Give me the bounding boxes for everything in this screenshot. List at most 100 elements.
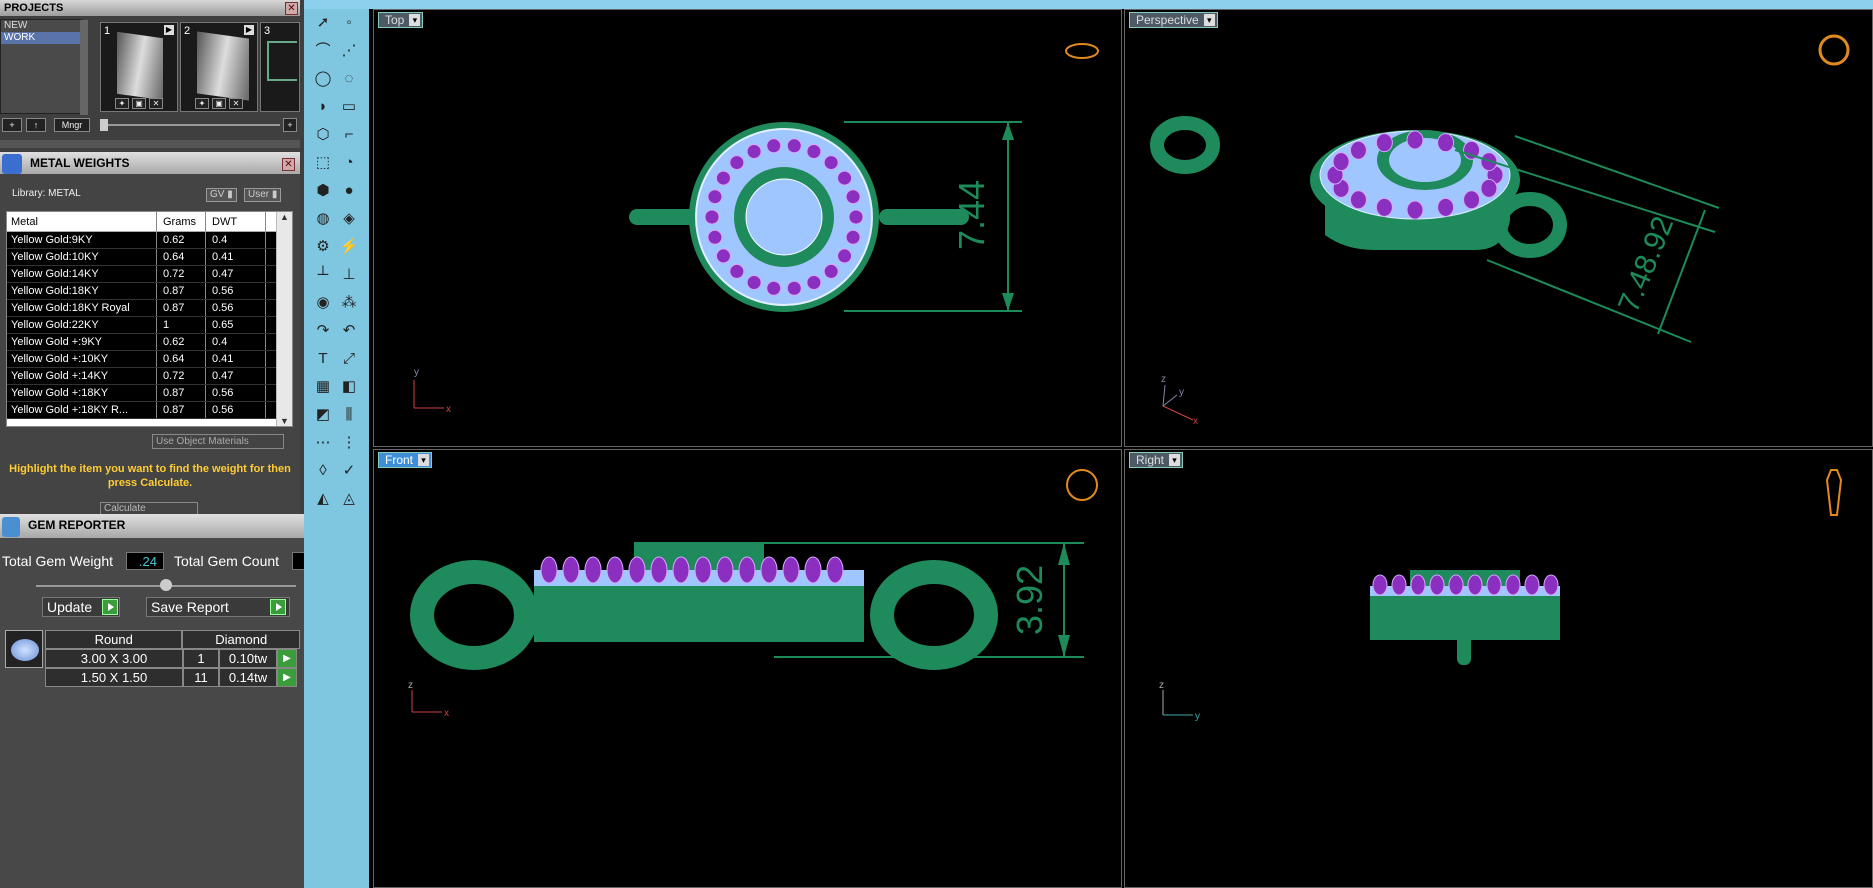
rectangle-icon[interactable]: ▭ [338,96,360,118]
save-report-button[interactable]: Save Report [146,597,290,617]
table-row[interactable]: Yellow Gold +:9KY 0.62 0.4 [7,334,292,351]
play-icon[interactable]: ▶ [244,25,254,35]
sphere-icon[interactable]: ● [338,180,360,202]
pin-icon[interactable]: ✦ [195,98,209,109]
transform-icon[interactable]: ⬚ [312,152,334,174]
gem-size-cell: 1.50 X 1.50 [45,668,183,687]
table-row[interactable]: Yellow Gold:14KY 0.72 0.47 [7,266,292,283]
fillet-icon[interactable]: ⌐ [338,124,360,146]
setting-icon[interactable]: ⋮ [338,432,360,454]
prong-icon[interactable]: ◩ [312,404,334,426]
viewport-top[interactable]: Top 7.44 y x [373,9,1122,447]
grid-icon[interactable]: ▦ [312,376,334,398]
table-row[interactable]: Yellow Gold:18KY 0.87 0.56 [7,283,292,300]
surface-icon[interactable]: ◍ [312,208,334,230]
ring-perspective-icon[interactable] [1818,34,1850,66]
play-icon[interactable]: ▶ [164,25,174,35]
gv-toggle[interactable]: GV ▮ [206,188,237,202]
user-toggle[interactable]: User ▮ [244,188,282,202]
update-go-icon[interactable] [102,599,118,615]
rotate-icon[interactable]: ↷ [312,320,334,342]
text-icon[interactable]: T [312,348,334,370]
cutter-icon[interactable]: ◊ [312,460,334,482]
table-row[interactable]: Yellow Gold:9KY 0.62 0.4 [7,232,292,249]
check-icon[interactable]: ✓ [338,460,360,482]
cylinder-icon[interactable]: ◔ [338,152,360,174]
viewport-right[interactable]: Right z y [1124,449,1873,888]
table-row[interactable]: Yellow Gold +:14KY 0.72 0.47 [7,368,292,385]
ring-view-icon[interactable] [1065,43,1099,59]
plane-icon[interactable]: ◈ [338,208,360,230]
delete-icon[interactable]: ✕ [149,98,163,109]
project-item-work[interactable]: WORK [1,32,81,44]
point-icon[interactable]: ◦ [338,12,360,34]
boolean-icon[interactable]: ◉ [312,292,334,314]
table-scrollbar[interactable]: ▲ ▼ [276,212,292,426]
bezel-icon[interactable]: ⫼ [338,404,360,426]
polyline-icon[interactable]: ⋰ [338,40,360,62]
column-header-dwt[interactable]: DWT [206,212,266,231]
save-icon[interactable]: ▣ [212,98,226,109]
polygon-icon[interactable]: ⬡ [312,124,334,146]
pave-icon[interactable]: ⋯ [312,432,334,454]
delete-icon[interactable]: ✕ [229,98,243,109]
save-report-go-icon[interactable] [270,599,286,615]
save-icon[interactable]: ▣ [132,98,146,109]
manager-button[interactable]: Mngr [54,118,90,132]
project-item-new[interactable]: NEW [1,20,81,32]
arc-icon[interactable]: ◗ [312,96,334,118]
pin-icon[interactable]: ✦ [115,98,129,109]
panel-splitter[interactable] [0,140,300,148]
viewport-perspective[interactable]: Perspective 7.48.92 z y x [1124,9,1873,447]
gem-stone [562,556,580,584]
gem-tool-icon[interactable]: ◧ [338,376,360,398]
gear-icon[interactable]: ⚙ [312,236,334,258]
project-thumb-2[interactable]: 2 ▶ ✦ ▣ ✕ [180,22,258,112]
fill-icon[interactable]: ◬ [338,488,360,510]
split-icon[interactable]: ┴ [312,264,334,286]
table-row[interactable]: Yellow Gold +:18KY 0.87 0.56 [7,385,292,402]
circle-icon[interactable]: ◯ [312,68,334,90]
grams-cell: 0.64 [157,249,206,265]
select-arrow-icon[interactable]: ➚ [312,12,334,34]
ring-side-icon[interactable] [1825,469,1843,516]
project-scrollbar[interactable] [80,20,88,115]
zoom-in-button[interactable]: + [283,118,297,132]
gem-row-go-icon[interactable]: ▶ [277,649,297,668]
project-thumb-3[interactable]: 3 [260,22,300,112]
column-header-grams[interactable]: Grams [157,212,206,231]
gem-row-go-icon[interactable]: ▶ [277,668,297,687]
table-row[interactable]: Yellow Gold:22KY 1 0.65 [7,317,292,334]
table-row[interactable]: Yellow Gold:10KY 0.64 0.41 [7,249,292,266]
up-button[interactable]: ↑ [26,118,46,132]
project-list[interactable]: NEW WORK [0,19,82,114]
metal-table[interactable]: Metal Grams DWT Yellow Gold:9KY 0.62 0.4 Ye… [6,211,293,427]
gem-row[interactable]: 3.00 X 3.00 1 0.10tw ▶ [45,649,300,668]
zoom-slider[interactable] [100,124,280,126]
project-thumb-1[interactable]: 1 ▶ ✦ ▣ ✕ [100,22,178,112]
splitter-handle[interactable] [160,579,172,591]
use-object-materials-checkbox[interactable]: Use Object Materials [152,434,284,449]
gem-row[interactable]: 1.50 X 1.50 11 0.14tw ▶ [45,668,300,687]
ring-front-icon[interactable] [1066,469,1098,501]
add-project-button[interactable]: + [2,118,22,132]
chevron-up-icon[interactable]: ▲ [277,212,292,222]
cut-icon[interactable]: ◭ [312,488,334,510]
table-row[interactable]: Yellow Gold +:18KY R... 0.87 0.56 [7,402,292,419]
close-icon[interactable]: ✕ [282,158,295,171]
join-icon[interactable]: ⊥ [338,264,360,286]
column-header-metal[interactable]: Metal [7,212,157,231]
ellipse-icon[interactable]: ◌ [338,68,360,90]
zoom-slider-handle[interactable] [100,119,108,131]
table-row[interactable]: Yellow Gold:18KY Royal 0.87 0.56 [7,300,292,317]
blend-icon[interactable]: ⚡ [338,236,360,258]
array-icon[interactable]: ⁂ [338,292,360,314]
mirror-icon[interactable]: ↶ [338,320,360,342]
curve-icon[interactable]: ⌒ [312,40,334,62]
close-icon[interactable]: ✕ [285,2,298,15]
table-row[interactable]: Yellow Gold +:10KY 0.64 0.41 [7,351,292,368]
chevron-down-icon[interactable]: ▼ [277,416,292,426]
scale-icon[interactable]: ⤢ [338,348,360,370]
viewport-front[interactable]: Front 3.92 z x [373,449,1122,888]
box-icon[interactable]: ⬢ [312,180,334,202]
